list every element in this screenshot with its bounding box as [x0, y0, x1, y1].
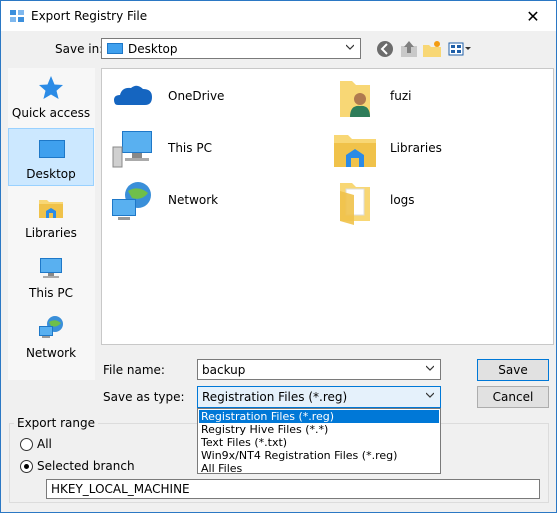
save-as-type-select[interactable]: Registration Files (*.reg): [197, 386, 441, 408]
libraries-icon: [334, 135, 376, 167]
dropdown-option[interactable]: Registry Hive Files (*.*): [199, 423, 439, 436]
file-label: fuzi: [390, 89, 412, 103]
file-label: Libraries: [390, 141, 442, 155]
place-label: Network: [25, 346, 77, 360]
export-range-label: Export range: [14, 416, 98, 430]
radio-selected-dot: [24, 464, 29, 469]
file-item-network[interactable]: Network: [110, 179, 310, 225]
place-desktop[interactable]: Desktop: [8, 128, 94, 186]
folder-icon: [340, 183, 370, 225]
chevron-down-icon: [426, 392, 434, 398]
save-in-combo[interactable]: Desktop: [101, 38, 361, 59]
new-folder-icon[interactable]: [422, 39, 442, 59]
desktop-icon: [107, 43, 123, 54]
file-item-libraries[interactable]: Libraries: [332, 127, 532, 173]
radio-all-label: All: [37, 437, 52, 451]
place-network[interactable]: Network: [8, 308, 94, 366]
save-in-value: Desktop: [128, 42, 178, 56]
branch-field[interactable]: HKEY_LOCAL_MACHINE: [46, 479, 540, 499]
window-title: Export Registry File: [31, 9, 148, 23]
radio-all[interactable]: [20, 438, 33, 451]
user-folder-icon: [340, 81, 370, 117]
dropdown-option[interactable]: Text Files (*.txt): [199, 436, 439, 449]
dropdown-option[interactable]: Registration Files (*.reg): [199, 410, 439, 423]
save-button[interactable]: Save: [477, 359, 549, 381]
save-in-label: Save in:: [55, 42, 104, 56]
up-folder-icon[interactable]: [399, 39, 419, 59]
file-label: This PC: [168, 141, 212, 155]
chevron-down-icon: [426, 365, 434, 371]
file-label: OneDrive: [168, 89, 225, 103]
close-button[interactable]: ✕: [510, 1, 556, 31]
close-icon: ✕: [526, 6, 540, 26]
file-list[interactable]: OneDrive fuzi This PC Libraries Network …: [101, 68, 554, 345]
star-icon: [39, 76, 63, 99]
place-libraries[interactable]: Libraries: [8, 188, 94, 246]
radio-selected-branch-label: Selected branch: [37, 459, 135, 473]
registry-icon: [10, 10, 24, 22]
network-icon: [39, 316, 63, 338]
export-dialog: Export Registry File ✕ Save in: Desktop: [0, 0, 557, 513]
file-item-logs[interactable]: logs: [332, 179, 532, 225]
network-icon: [112, 182, 151, 220]
chevron-down-icon: [346, 44, 354, 50]
dropdown-option[interactable]: All Files: [199, 462, 439, 475]
save-as-type-dropdown: Registration Files (*.reg) Registry Hive…: [197, 408, 441, 475]
file-label: Network: [168, 193, 219, 207]
view-menu-icon[interactable]: [447, 39, 471, 59]
desktop-icon: [39, 140, 65, 158]
radio-selected-branch[interactable]: [20, 460, 33, 473]
file-name-value: backup: [202, 363, 246, 377]
places-bar: Quick access Desktop Libraries This PC N…: [8, 68, 95, 380]
save-as-type-value: Registration Files (*.reg): [202, 390, 348, 404]
file-name-label: File name:: [103, 363, 165, 377]
cancel-button[interactable]: Cancel: [477, 386, 549, 408]
title-bar: Export Registry File ✕: [1, 1, 556, 31]
place-label: Desktop: [26, 167, 76, 181]
place-label: Libraries: [25, 226, 77, 240]
file-item-fuzi[interactable]: fuzi: [332, 75, 532, 121]
onedrive-icon: [114, 85, 152, 105]
place-label: This PC: [29, 286, 73, 300]
save-as-type-label: Save as type:: [103, 390, 185, 404]
back-icon[interactable]: [375, 39, 395, 59]
dropdown-option[interactable]: Win9x/NT4 Registration Files (*.reg): [199, 449, 439, 462]
place-this-pc[interactable]: This PC: [8, 248, 94, 306]
this-pc-icon: [40, 258, 62, 278]
file-name-field[interactable]: backup: [197, 359, 441, 380]
file-item-onedrive[interactable]: OneDrive: [110, 75, 310, 121]
place-label: Quick access: [11, 106, 91, 120]
place-quick-access[interactable]: Quick access: [8, 68, 94, 126]
this-pc-icon: [112, 131, 152, 168]
libraries-icon: [39, 200, 63, 218]
branch-value: HKEY_LOCAL_MACHINE: [51, 482, 190, 496]
file-label: logs: [390, 193, 415, 207]
file-item-this-pc[interactable]: This PC: [110, 127, 310, 173]
